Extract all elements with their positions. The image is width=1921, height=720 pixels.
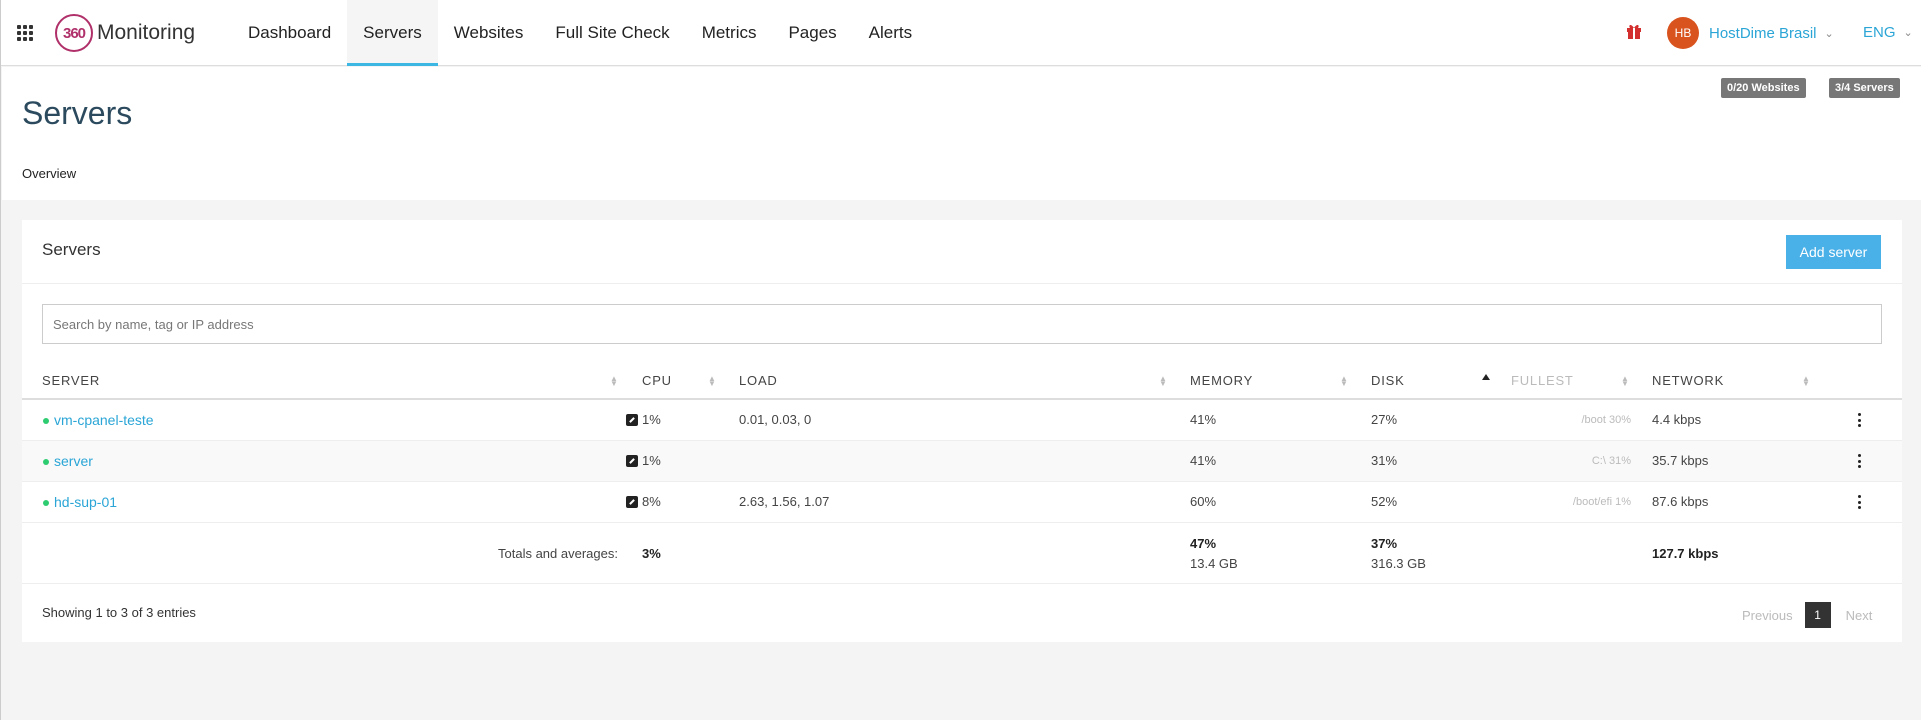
table-row[interactable]: hd-sup-01 8% 2.63, 1.56, 1.07 60% 52% /b… (22, 482, 1902, 523)
table-header: SERVER ▲ ▼ CPU ▲ ▼ LOAD ▲ ▼ MEMORY ▲ ▼ DISK … (22, 363, 1902, 400)
status-online-dot (43, 500, 49, 506)
disk-value: 27% (1371, 412, 1398, 427)
sort-icon[interactable]: ▲ ▼ (708, 375, 716, 388)
sort-asc-icon[interactable] (1482, 374, 1490, 380)
pagination: Previous 1 Next (1742, 602, 1872, 628)
user-menu[interactable]: HB HostDime Brasil ⌄ (1667, 17, 1834, 49)
nav-alerts[interactable]: Alerts (853, 0, 928, 66)
cpu-value: 8% (642, 494, 661, 509)
main-nav: Dashboard Servers Websites Full Site Che… (232, 0, 928, 66)
disk-value: 52% (1371, 494, 1398, 509)
entries-info: Showing 1 to 3 of 3 entries (42, 605, 196, 620)
fullest-value: /boot 30% (1581, 414, 1631, 426)
page-1-button[interactable]: 1 (1804, 602, 1831, 628)
totals-disk-size: 316.3 GB (1371, 556, 1426, 571)
add-server-button[interactable]: Add server (1786, 235, 1881, 269)
table-row[interactable]: vm-cpanel-teste 1% 0.01, 0.03, 0 41% 27%… (22, 400, 1902, 441)
column-header-server[interactable]: SERVER (42, 363, 100, 398)
avatar: HB (1667, 17, 1699, 49)
more-options-icon[interactable] (1858, 495, 1862, 509)
totals-cpu: 3% (642, 546, 661, 561)
logo[interactable]: 360 Monitoring (55, 14, 196, 52)
column-header-cpu[interactable]: CPU (642, 363, 672, 398)
memory-value: 60% (1190, 494, 1217, 509)
server-name-link[interactable]: hd-sup-01 (54, 482, 117, 522)
breadcrumb[interactable]: Overview (22, 166, 76, 181)
network-value: 87.6 kbps (1652, 494, 1709, 509)
next-page-button[interactable]: Next (1846, 608, 1873, 623)
server-name-link[interactable]: server (54, 441, 93, 481)
memory-value: 41% (1190, 412, 1217, 427)
search-input[interactable] (42, 304, 1882, 344)
user-name: HostDime Brasil (1709, 24, 1817, 42)
apps-grid-icon[interactable] (17, 25, 33, 41)
network-value: 4.4 kbps (1652, 412, 1702, 427)
table-row[interactable]: server 1% 41% 31% C:\ 31% 35.7 kbps (22, 441, 1902, 482)
more-options-icon[interactable] (1858, 413, 1862, 427)
logo-badge: 360 (55, 14, 93, 52)
network-value: 35.7 kbps (1652, 453, 1709, 468)
column-header-load[interactable]: LOAD (739, 363, 778, 398)
sort-icon[interactable]: ▲ ▼ (610, 375, 618, 388)
sort-icon[interactable]: ▲ ▼ (1159, 375, 1167, 388)
nav-servers[interactable]: Servers (347, 0, 438, 66)
nav-full-site-check[interactable]: Full Site Check (539, 0, 685, 66)
edit-icon[interactable] (626, 455, 638, 467)
totals-memory-percent: 47% (1190, 536, 1217, 551)
sort-icon[interactable]: ▲ ▼ (1340, 375, 1348, 388)
column-header-fullest[interactable]: FULLEST (1511, 363, 1574, 398)
edit-icon[interactable] (626, 414, 638, 426)
fullest-value: /boot/efi 1% (1572, 496, 1631, 508)
column-header-network[interactable]: NETWORK (1652, 363, 1724, 398)
top-navbar: 360 Monitoring Dashboard Servers Website… (1, 0, 1921, 66)
nav-metrics[interactable]: Metrics (686, 0, 773, 66)
server-name-link[interactable]: vm-cpanel-teste (54, 400, 154, 440)
totals-disk-percent: 37% (1371, 536, 1398, 551)
nav-pages[interactable]: Pages (772, 0, 852, 66)
sort-icon[interactable]: ▲ ▼ (1621, 375, 1629, 388)
edit-icon[interactable] (626, 496, 638, 508)
totals-row: Totals and averages: 3% 47% 13.4 GB 37% … (22, 524, 1902, 584)
servers-quota-badge: 3/4 Servers (1829, 78, 1900, 98)
disk-value: 31% (1371, 453, 1398, 468)
nav-dashboard[interactable]: Dashboard (232, 0, 347, 66)
language-label: ENG (1863, 24, 1896, 41)
more-options-icon[interactable] (1858, 454, 1862, 468)
sort-icon[interactable]: ▲ ▼ (1802, 375, 1810, 388)
column-header-memory[interactable]: MEMORY (1190, 363, 1253, 398)
chevron-down-icon: ⌄ (1824, 27, 1834, 40)
servers-panel: Servers Add server SERVER ▲▼ CPU ▲▼ LOAD… (22, 220, 1902, 642)
divider (22, 283, 1902, 284)
memory-value: 41% (1190, 453, 1217, 468)
totals-network: 127.7 kbps (1652, 546, 1719, 561)
chevron-down-icon: ⌄ (1903, 27, 1913, 39)
page-header: 0/20 Websites 3/4 Servers Servers Overvi… (2, 67, 1921, 200)
load-value: 2.63, 1.56, 1.07 (739, 494, 830, 509)
cpu-value: 1% (642, 412, 661, 427)
totals-label: Totals and averages: (498, 546, 618, 561)
previous-page-button[interactable]: Previous (1742, 608, 1793, 623)
load-value: 0.01, 0.03, 0 (739, 412, 812, 427)
cpu-value: 1% (642, 453, 661, 468)
page-title: Servers (22, 95, 133, 131)
status-online-dot (43, 418, 49, 424)
logo-text: Monitoring (97, 21, 196, 44)
totals-memory-size: 13.4 GB (1190, 556, 1238, 571)
column-header-disk[interactable]: DISK (1371, 363, 1405, 398)
status-online-dot (43, 459, 49, 465)
nav-websites[interactable]: Websites (438, 0, 540, 66)
fullest-value: C:\ 31% (1591, 455, 1631, 467)
websites-quota-badge: 0/20 Websites (1721, 78, 1806, 98)
gift-icon[interactable] (1625, 22, 1643, 40)
panel-title: Servers (42, 240, 101, 259)
language-selector[interactable]: ENG ⌄ (1863, 24, 1913, 41)
